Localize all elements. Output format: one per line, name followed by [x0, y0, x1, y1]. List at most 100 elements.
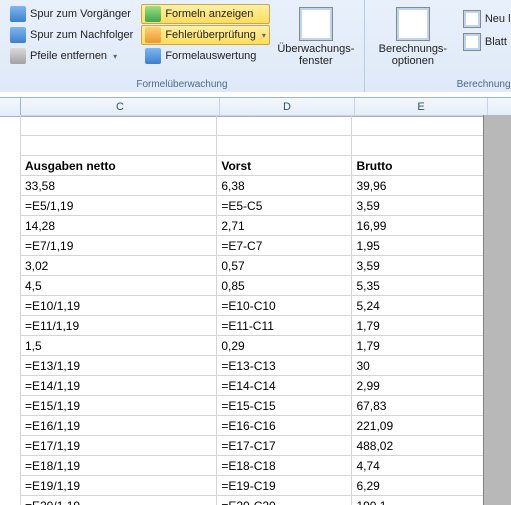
cell[interactable]: =E7/1,19 — [21, 236, 217, 256]
cell[interactable]: 16,99 — [352, 216, 484, 236]
cell[interactable]: =E20-C20 — [217, 496, 352, 505]
cell[interactable]: =E15-C15 — [217, 396, 352, 416]
select-all-corner[interactable] — [0, 98, 21, 116]
cell[interactable]: 67,83 — [352, 396, 484, 416]
cell[interactable]: 6,29 — [352, 476, 484, 496]
calculate-sheet-button[interactable]: Blatt — [459, 31, 511, 53]
remove-arrows-label: Pfeile entfernen — [30, 50, 107, 62]
cell[interactable]: 1,79 — [352, 316, 484, 336]
evaluate-formula-label: Formelauswertung — [165, 50, 256, 62]
trace-dependents-icon — [10, 27, 26, 43]
calculate-now-button[interactable]: Neu l — [459, 8, 511, 30]
cell[interactable]: 0,85 — [217, 276, 352, 296]
group-formula-auditing-label: Formelüberwachung — [6, 77, 358, 90]
cell[interactable]: =E15/1,19 — [21, 396, 217, 416]
cell[interactable]: 30 — [352, 356, 484, 376]
cell[interactable]: 190,1 — [352, 496, 484, 505]
cell[interactable]: =E16/1,19 — [21, 416, 217, 436]
cell[interactable]: =E14-C14 — [217, 376, 352, 396]
evaluate-formula-button[interactable]: Formelauswertung — [141, 46, 270, 66]
cell[interactable] — [217, 116, 352, 136]
cell[interactable]: =E16-C16 — [217, 416, 352, 436]
cell[interactable]: 33,58 — [21, 176, 217, 196]
chevron-down-icon: ▾ — [262, 31, 266, 40]
calculate-sheet-icon — [463, 33, 481, 51]
cell[interactable]: =E20/1,19 — [21, 496, 217, 505]
cell[interactable] — [217, 136, 352, 156]
cell[interactable]: 0,29 — [217, 336, 352, 356]
error-checking-label: Fehlerüberprüfung — [165, 29, 256, 41]
trace-dependents-button[interactable]: Spur zum Nachfolger — [6, 25, 137, 45]
trace-dependents-label: Spur zum Nachfolger — [30, 29, 133, 41]
trace-precedents-label: Spur zum Vorgänger — [30, 8, 131, 20]
calculation-options-label: Berechnungs- optionen — [379, 43, 448, 67]
cell[interactable] — [21, 136, 217, 156]
cell[interactable]: =E7-C7 — [217, 236, 352, 256]
cell[interactable]: Brutto — [352, 156, 484, 176]
worksheet: C D E Ausgaben nettoVorstBrutto 33,586,38… — [0, 92, 511, 505]
cell[interactable]: =E10-C10 — [217, 296, 352, 316]
cell[interactable] — [352, 116, 484, 136]
cell[interactable]: =E5/1,19 — [21, 196, 217, 216]
cell[interactable]: =E11-C11 — [217, 316, 352, 336]
cell[interactable]: 4,5 — [21, 276, 217, 296]
cell[interactable]: =E18-C18 — [217, 456, 352, 476]
cells-area[interactable]: Ausgaben nettoVorstBrutto33,586,3839,96=… — [20, 115, 484, 505]
cell[interactable]: =E11/1,19 — [21, 316, 217, 336]
column-header-e[interactable]: E — [355, 98, 488, 116]
cell[interactable]: 1,95 — [352, 236, 484, 256]
cell[interactable]: =E13-C13 — [217, 356, 352, 376]
trace-precedents-icon — [10, 6, 26, 22]
cell[interactable]: 221,09 — [352, 416, 484, 436]
cell[interactable]: =E18/1,19 — [21, 456, 217, 476]
cell[interactable]: 6,38 — [217, 176, 352, 196]
cell[interactable]: 3,59 — [352, 256, 484, 276]
watch-window-button[interactable]: Überwachungs- fenster — [274, 4, 358, 77]
show-formulas-button[interactable]: Formeln anzeigen — [141, 4, 270, 24]
cell[interactable]: 488,02 — [352, 436, 484, 456]
trace-precedents-button[interactable]: Spur zum Vorgänger — [6, 4, 137, 24]
remove-arrows-button[interactable]: Pfeile entfernen ▾ — [6, 46, 137, 66]
cell[interactable]: 3,59 — [352, 196, 484, 216]
cell[interactable]: =E5-C5 — [217, 196, 352, 216]
column-header-c[interactable]: C — [21, 98, 220, 116]
group-calculation-label: Berechnung — [371, 77, 511, 90]
cell[interactable]: =E10/1,19 — [21, 296, 217, 316]
remove-arrows-icon — [10, 48, 26, 64]
cell[interactable]: 5,24 — [352, 296, 484, 316]
cell[interactable]: 1,79 — [352, 336, 484, 356]
cell[interactable]: 14,28 — [21, 216, 217, 236]
background-pane — [483, 115, 511, 505]
cell[interactable]: 0,57 — [217, 256, 352, 276]
cell[interactable]: 2,71 — [217, 216, 352, 236]
cell[interactable]: Ausgaben netto — [21, 156, 217, 176]
cell[interactable]: 3,02 — [21, 256, 217, 276]
cell[interactable]: 4,74 — [352, 456, 484, 476]
calculation-options-icon — [396, 7, 430, 41]
show-formulas-icon — [145, 6, 161, 22]
cell[interactable]: =E17/1,19 — [21, 436, 217, 456]
error-checking-button[interactable]: Fehlerüberprüfung ▾ — [141, 25, 270, 45]
cell[interactable]: Vorst — [217, 156, 352, 176]
cell[interactable]: 2,99 — [352, 376, 484, 396]
cell[interactable]: 1,5 — [21, 336, 217, 356]
ribbon: Spur zum Vorgänger Spur zum Nachfolger P… — [0, 0, 511, 93]
calculation-options-button[interactable]: Berechnungs- optionen — [371, 4, 455, 77]
show-formulas-label: Formeln anzeigen — [165, 8, 253, 20]
error-checking-icon — [145, 27, 161, 43]
cell[interactable]: =E13/1,19 — [21, 356, 217, 376]
cell[interactable]: 39,96 — [352, 176, 484, 196]
watch-window-icon — [299, 7, 333, 41]
cell[interactable]: =E14/1,19 — [21, 376, 217, 396]
evaluate-formula-icon — [145, 48, 161, 64]
cell[interactable] — [21, 116, 217, 136]
cell[interactable]: =E19/1,19 — [21, 476, 217, 496]
column-header-d[interactable]: D — [220, 98, 355, 116]
calculate-sheet-label: Blatt — [485, 36, 507, 48]
column-headers: C D E — [0, 97, 511, 117]
cell[interactable]: 5,35 — [352, 276, 484, 296]
cell[interactable]: =E19-C19 — [217, 476, 352, 496]
cell[interactable]: =E17-C17 — [217, 436, 352, 456]
cell[interactable] — [352, 136, 484, 156]
watch-window-label: Überwachungs- fenster — [277, 43, 354, 67]
